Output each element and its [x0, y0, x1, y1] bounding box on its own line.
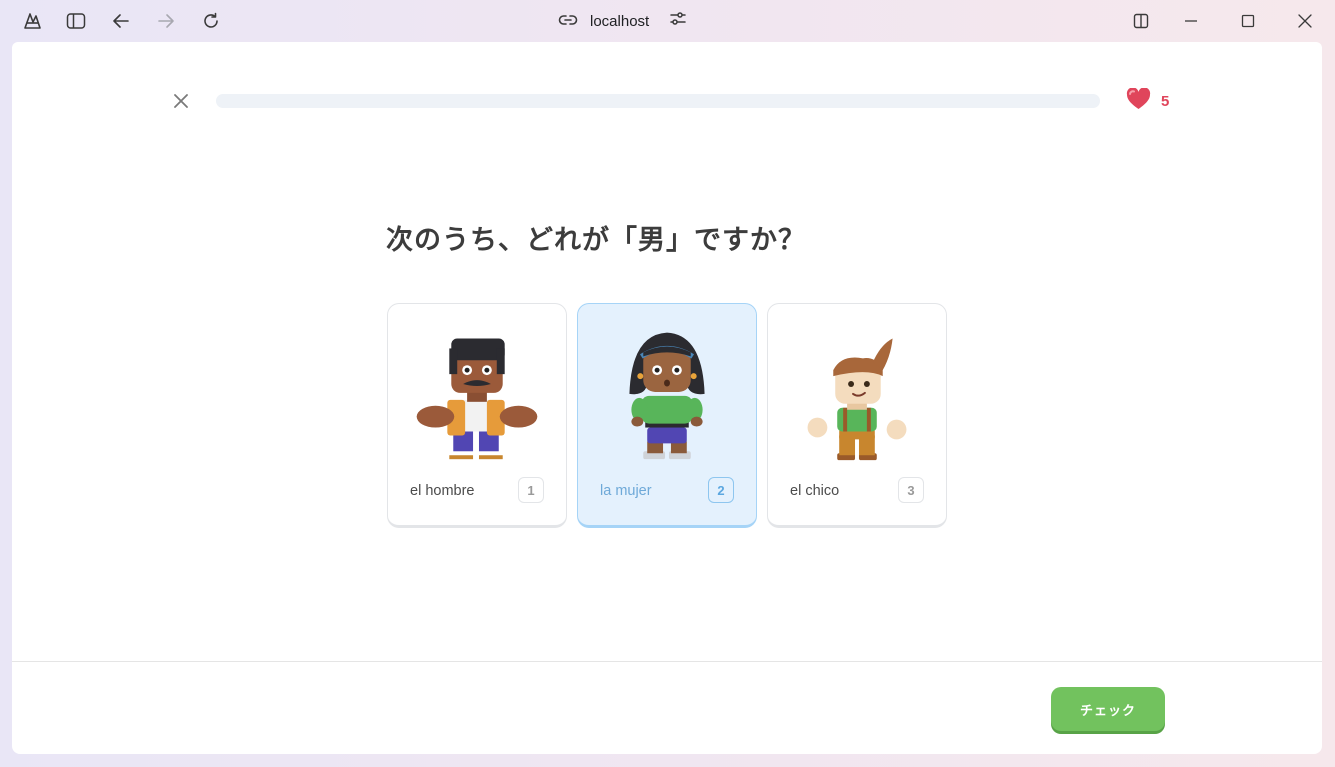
- split-view-icon[interactable]: [1128, 8, 1154, 34]
- forward-arrow-icon[interactable]: [153, 8, 179, 34]
- question-prompt: 次のうち、どれが「男」ですか？: [386, 225, 806, 256]
- lesson-page: 5 次のうち、どれが「男」ですか？ el hombre 1 la mujer 2…: [12, 42, 1322, 754]
- option-shortcut-key: 1: [518, 477, 544, 503]
- option-shortcut-key: 3: [898, 477, 924, 503]
- link-icon: [558, 12, 578, 31]
- man-illustration: [416, 338, 538, 460]
- option-card-1[interactable]: el hombre 1: [387, 303, 567, 528]
- option-label: el hombre: [410, 483, 475, 499]
- hearts-counter: 5: [1126, 87, 1170, 114]
- option-card-3[interactable]: el chico 3: [767, 303, 947, 528]
- site-settings-icon[interactable]: [669, 11, 687, 31]
- hearts-count: 5: [1161, 92, 1170, 110]
- quit-lesson-icon[interactable]: [170, 90, 192, 112]
- footer-divider: [12, 661, 1322, 662]
- woman-illustration: [629, 332, 705, 460]
- back-arrow-icon[interactable]: [108, 8, 134, 34]
- lesson-progress-bar: [216, 94, 1100, 108]
- address-bar[interactable]: localhost: [558, 8, 687, 34]
- url-text[interactable]: localhost: [590, 13, 649, 30]
- browser-logo-icon[interactable]: [19, 8, 45, 34]
- check-button[interactable]: チェック: [1051, 687, 1165, 731]
- heart-icon: [1126, 87, 1151, 114]
- maximize-icon[interactable]: [1235, 8, 1261, 34]
- sidebar-toggle-icon[interactable]: [63, 8, 89, 34]
- option-card-2[interactable]: la mujer 2: [577, 303, 757, 528]
- boy-illustration: [807, 338, 907, 461]
- minimize-icon[interactable]: [1178, 8, 1204, 34]
- option-label: la mujer: [600, 483, 652, 499]
- option-label: el chico: [790, 483, 840, 499]
- window-close-icon[interactable]: [1292, 8, 1318, 34]
- option-shortcut-key: 2: [708, 477, 734, 503]
- reload-icon[interactable]: [198, 8, 224, 34]
- browser-titlebar: localhost: [0, 0, 1335, 42]
